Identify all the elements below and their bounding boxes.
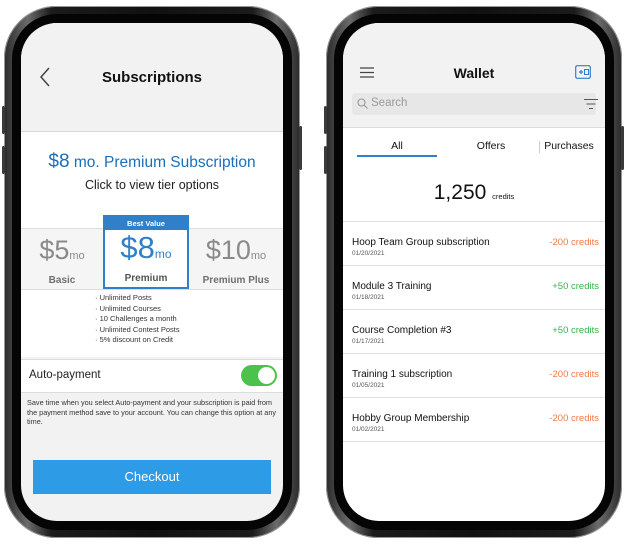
feature-item: Unlimited Contest Posts xyxy=(95,325,180,336)
search-placeholder: Search xyxy=(371,97,408,109)
balance-unit: credits xyxy=(492,192,515,201)
filter-icon[interactable] xyxy=(584,98,598,110)
transaction-date: 01/05/2021 xyxy=(352,382,385,389)
transaction-date: 01/17/2021 xyxy=(352,338,385,345)
tier-name: Premium xyxy=(124,273,168,284)
auto-payment-label: Auto-payment xyxy=(29,369,101,381)
tier-name: Basic xyxy=(48,275,76,286)
tier-price: $5mo xyxy=(39,235,85,265)
auto-payment-toggle[interactable] xyxy=(241,365,277,386)
transaction-amount: -200 credits xyxy=(549,369,599,380)
subscriptions-screen: Subscriptions $8 mo. Premium Subscriptio… xyxy=(21,23,283,521)
credit-balance: 1,250 credits xyxy=(343,181,605,205)
transaction-title: Hoop Team Group subscription xyxy=(352,237,490,248)
tier-hint: Click to view tier options xyxy=(84,178,220,192)
transaction-title: Course Completion #3 xyxy=(352,325,452,336)
volume-button xyxy=(324,106,327,134)
transaction-row[interactable]: Hoop Team Group subscription 01/20/2021 … xyxy=(343,222,605,266)
wallet-tabs: All Offers Purchases xyxy=(343,133,605,163)
transaction-row[interactable]: Hobby Group Membership 01/02/2021 -200 c… xyxy=(343,398,605,442)
transaction-title: Training 1 subscription xyxy=(352,369,453,380)
tier-selector: $5mo Basic Best Value $8mo Premium $10mo… xyxy=(21,215,283,290)
transaction-list: Hoop Team Group subscription 01/20/2021 … xyxy=(343,221,605,442)
toggle-knob xyxy=(258,367,275,384)
subscription-headline: $8 mo. Premium Subscription xyxy=(21,151,283,173)
feature-item: 10 Challenges a month xyxy=(95,314,180,325)
page-title: Wallet xyxy=(453,65,495,81)
tier-premium-plus[interactable]: $10mo Premium Plus xyxy=(189,229,283,289)
phone-frame-subscriptions: Subscriptions $8 mo. Premium Subscriptio… xyxy=(2,6,302,538)
headline-text: mo. Premium Subscription xyxy=(69,154,256,171)
volume-button xyxy=(2,106,5,134)
wallet-screen: Wallet Search All Offers Purchases 1,250… xyxy=(343,23,605,521)
transaction-date: 01/02/2021 xyxy=(352,426,385,433)
transaction-amount: +50 credits xyxy=(552,281,599,292)
transaction-amount: -200 credits xyxy=(549,413,599,424)
feature-item: Unlimited Posts xyxy=(95,293,180,304)
wallet-header: Wallet Search xyxy=(343,23,605,128)
transaction-amount: +50 credits xyxy=(552,325,599,336)
transaction-date: 01/20/2021 xyxy=(352,250,385,257)
search-icon xyxy=(357,98,368,109)
transaction-title: Module 3 Training xyxy=(352,281,432,292)
checkout-button[interactable]: Checkout xyxy=(33,460,271,494)
volume-button xyxy=(2,146,5,174)
subscriptions-header: Subscriptions xyxy=(21,23,283,132)
tier-premium[interactable]: Best Value $8mo Premium xyxy=(103,215,189,289)
transaction-row[interactable]: Module 3 Training 01/18/2021 +50 credits xyxy=(343,266,605,310)
auto-payment-row: Auto-payment xyxy=(21,359,283,393)
search-input[interactable]: Search xyxy=(352,93,598,115)
page-title: Subscriptions xyxy=(101,69,202,86)
volume-button xyxy=(324,146,327,174)
headline-price: $8 xyxy=(48,151,70,172)
feature-item: Unlimited Courses xyxy=(95,304,180,315)
tab-all[interactable]: All xyxy=(357,140,437,152)
feature-list: Unlimited Posts Unlimited Courses 10 Cha… xyxy=(95,293,180,346)
power-button xyxy=(299,126,302,170)
feature-item: 5% discount on Credit xyxy=(95,335,180,346)
tier-price: $10mo xyxy=(205,235,267,265)
transaction-date: 01/18/2021 xyxy=(352,294,385,301)
tab-purchases[interactable]: Purchases xyxy=(529,140,605,152)
transaction-amount: -200 credits xyxy=(549,237,599,248)
auto-payment-description: Save time when you select Auto-payment a… xyxy=(27,398,277,426)
tier-basic[interactable]: $5mo Basic xyxy=(21,229,103,289)
best-value-badge: Best Value xyxy=(105,217,187,230)
add-wallet-icon[interactable] xyxy=(575,65,591,79)
transaction-row[interactable]: Course Completion #3 01/17/2021 +50 cred… xyxy=(343,310,605,354)
active-tab-indicator xyxy=(357,155,437,157)
tier-name: Premium Plus xyxy=(202,275,270,286)
tier-price: $8mo xyxy=(120,230,172,265)
power-button xyxy=(621,126,624,170)
transaction-row[interactable]: Training 1 subscription 01/05/2021 -200 … xyxy=(343,354,605,398)
phone-frame-wallet: Wallet Search All Offers Purchases 1,250… xyxy=(324,6,624,538)
tab-offers[interactable]: Offers xyxy=(451,140,531,152)
transaction-title: Hobby Group Membership xyxy=(352,413,470,424)
balance-value: 1,250 xyxy=(433,181,487,204)
